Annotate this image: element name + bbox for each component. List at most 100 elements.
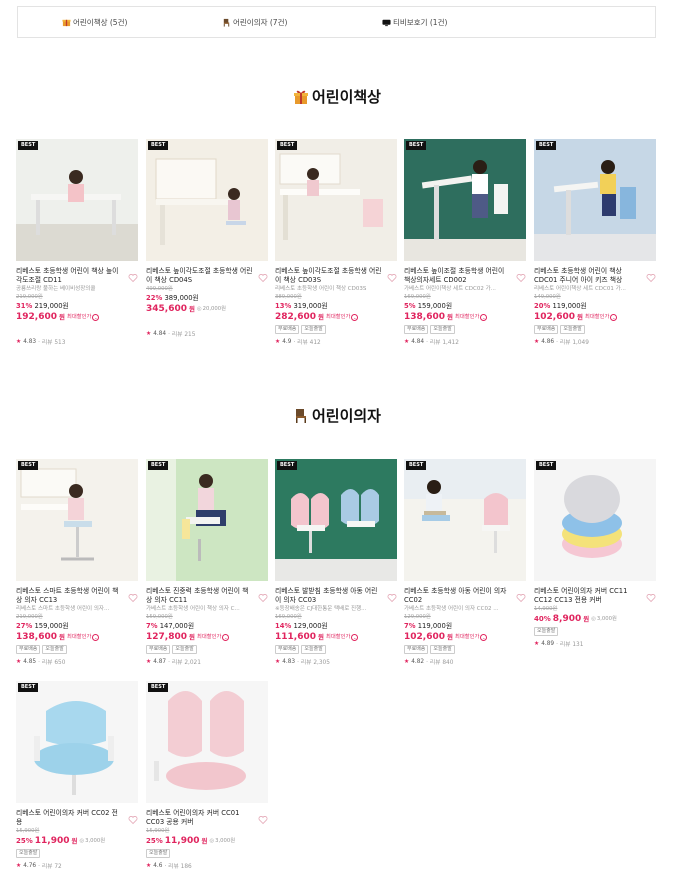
- product-card[interactable]: BEST 리베스토 초등학생 어린이 책상 CDC01 주니어 아이 키즈 책상 리…: [534, 139, 656, 346]
- product-name[interactable]: 리베스토 높이각도조절 초등학생 어린이 책상 CD04S: [146, 267, 268, 285]
- product-image[interactable]: [16, 139, 138, 261]
- tab-kids-chair[interactable]: 어린이의자 (7건): [222, 17, 287, 28]
- original-price: 15,900원: [16, 828, 40, 834]
- chevron-down-icon[interactable]: ⌄: [480, 313, 488, 321]
- star-icon: ★: [146, 658, 152, 665]
- product-name[interactable]: 리베스토 스마트 초등학생 어린이 책상 의자 CC13: [16, 587, 138, 605]
- badge-row: 무료배송 오늘출발: [404, 645, 526, 654]
- product-name[interactable]: 리베스토 초등학생 어린이 책상 CDC01 주니어 아이 키즈 책상: [534, 267, 656, 285]
- final-price-row: 282,600 원 최대할인가 ⌄: [275, 311, 359, 323]
- product-card[interactable]: BEST 리베스토 초등학생 어린이 책상 높이 각도조절 CD11 공룡쓰리랑 풀…: [16, 139, 138, 346]
- product-thumbnail[interactable]: BEST: [16, 139, 138, 261]
- original-price: 14,900원: [534, 606, 558, 612]
- product-image[interactable]: [404, 459, 526, 581]
- shipping-badge: 무료배송: [534, 325, 559, 334]
- product-name[interactable]: 리베스토 어린이의자 커버 CC01 CC03 공용 커버: [146, 809, 268, 827]
- product-card[interactable]: BEST 리베스토 진중력 초등학생 어린이 책상 의자 CC11 가베스트 초등학…: [146, 459, 268, 666]
- product-name[interactable]: 리베스토 초등학생 어린이 책상 높이 각도조절 CD11: [16, 267, 138, 285]
- max-discount-label[interactable]: 최대할인가 ⌄: [455, 311, 488, 323]
- product-card[interactable]: BEST 리베스토 높이각도조절 초등학생 어린이 책상 CD04S 499,000…: [146, 139, 268, 338]
- tab-tv-guard[interactable]: 티비보호기 (1건): [382, 17, 447, 28]
- product-name[interactable]: 리베스토 높이각도조절 초등학생 어린이 책상 CD03S: [275, 267, 397, 285]
- max-discount-label[interactable]: 최대할인가 ⌄: [326, 631, 359, 643]
- product-thumbnail[interactable]: BEST: [146, 459, 268, 581]
- max-discount-label[interactable]: 최대할인가 ⌄: [197, 631, 230, 643]
- product-thumbnail[interactable]: BEST: [16, 681, 138, 803]
- chair-icon: [295, 408, 306, 423]
- heart-icon[interactable]: [128, 593, 138, 603]
- product-card[interactable]: BEST 리베스토 어린이의자 커버 CC11 CC12 CC13 전용 커버 14…: [534, 459, 656, 648]
- product-thumbnail[interactable]: BEST: [404, 459, 526, 581]
- product-name[interactable]: 리베스토 발받침 초등학생 아동 어린이 의자 CC03: [275, 587, 397, 605]
- best-badge: BEST: [406, 141, 427, 150]
- product-name[interactable]: 리베스토 진중력 초등학생 어린이 책상 의자 CC11: [146, 587, 268, 605]
- chevron-down-icon[interactable]: ⌄: [351, 633, 359, 641]
- product-image[interactable]: [146, 681, 268, 803]
- max-discount-label[interactable]: 최대할인가 ⌄: [455, 631, 488, 643]
- heart-icon[interactable]: [646, 593, 656, 603]
- final-price-row: 25% 11,900 원 ◎ 3,000원: [146, 836, 236, 846]
- sale-price-row: 27% 159,000원: [16, 622, 69, 630]
- product-name[interactable]: 리베스토 어린이의자 커버 CC02 전용: [16, 809, 138, 827]
- chevron-down-icon[interactable]: ⌄: [480, 633, 488, 641]
- product-image[interactable]: [16, 681, 138, 803]
- heart-icon[interactable]: [387, 273, 397, 283]
- heart-icon[interactable]: [646, 273, 656, 283]
- star-icon: ★: [534, 640, 540, 647]
- product-card[interactable]: BEST 리베스토 높이각도조절 초등학생 어린이 책상 CD03S 리베스토 초등…: [275, 139, 397, 346]
- heart-icon[interactable]: [516, 273, 526, 283]
- chevron-down-icon[interactable]: ⌄: [351, 313, 359, 321]
- product-image[interactable]: [146, 139, 268, 261]
- product-subtitle: 가베스트 초등학생 어린이 의자 CC02 ...: [404, 606, 499, 612]
- max-discount-label[interactable]: 최대할인가 ⌄: [326, 311, 359, 323]
- product-image[interactable]: [275, 459, 397, 581]
- max-discount-label[interactable]: 최대할인가 ⌄: [67, 311, 100, 323]
- product-name[interactable]: 리베스토 높이조절 초등학생 어린이 책상의자세트 CD002: [404, 267, 526, 285]
- product-thumbnail[interactable]: BEST: [16, 459, 138, 581]
- rating-row: ★ 4.83 · 리뷰 513: [16, 338, 66, 347]
- product-thumbnail[interactable]: BEST: [404, 139, 526, 261]
- heart-icon[interactable]: [128, 815, 138, 825]
- heart-icon[interactable]: [128, 273, 138, 283]
- section-title-chair: 어린이의자: [0, 405, 674, 426]
- star-icon: ★: [146, 862, 152, 869]
- product-image[interactable]: [534, 459, 656, 581]
- shipping-badge: 오늘출발: [430, 325, 455, 334]
- tab-kids-desk[interactable]: 어린이책상 (5건): [62, 17, 127, 28]
- product-thumbnail[interactable]: BEST: [275, 139, 397, 261]
- product-thumbnail[interactable]: BEST: [534, 139, 656, 261]
- product-image[interactable]: [534, 139, 656, 261]
- product-image[interactable]: [404, 139, 526, 261]
- heart-icon[interactable]: [387, 593, 397, 603]
- max-discount-label[interactable]: 최대할인가 ⌄: [67, 631, 100, 643]
- product-name[interactable]: 리베스토 초등학생 아동 어린이 의자 CC02: [404, 587, 526, 605]
- product-card[interactable]: BEST 리베스토 높이조절 초등학생 어린이 책상의자세트 CD002 가베스트 …: [404, 139, 526, 346]
- heart-icon[interactable]: [516, 593, 526, 603]
- product-card[interactable]: BEST 리베스토 어린이의자 커버 CC01 CC03 공용 커버 15,900원…: [146, 681, 268, 870]
- heart-icon[interactable]: [258, 593, 268, 603]
- product-card[interactable]: BEST 리베스토 발받침 초등학생 아동 어린이 의자 CC03 ※등장배송은 C…: [275, 459, 397, 666]
- product-image[interactable]: [275, 139, 397, 261]
- sale-price-row: 7% 147,000원: [146, 622, 195, 630]
- product-name[interactable]: 리베스토 어린이의자 커버 CC11 CC12 CC13 전용 커버: [534, 587, 656, 605]
- chevron-down-icon[interactable]: ⌄: [92, 633, 100, 641]
- product-thumbnail[interactable]: BEST: [146, 139, 268, 261]
- product-card[interactable]: BEST 리베스토 초등학생 아동 어린이 의자 CC02 가베스트 초등학생 어린…: [404, 459, 526, 666]
- product-thumbnail[interactable]: BEST: [146, 681, 268, 803]
- product-image[interactable]: [16, 459, 138, 581]
- heart-icon[interactable]: [258, 273, 268, 283]
- final-price-row: 127,800 원 최대할인가 ⌄: [146, 631, 230, 643]
- product-card[interactable]: BEST 리베스토 어린이의자 커버 CC02 전용 15,900원 25% 11,90…: [16, 681, 138, 870]
- chevron-down-icon[interactable]: ⌄: [92, 313, 100, 321]
- heart-icon[interactable]: [258, 815, 268, 825]
- product-image[interactable]: [146, 459, 268, 581]
- product-thumbnail[interactable]: BEST: [275, 459, 397, 581]
- product-card[interactable]: BEST 리베스토 스마트 초등학생 어린이 책상 의자 CC13 리베스토 스마트…: [16, 459, 138, 666]
- chevron-down-icon[interactable]: ⌄: [610, 313, 618, 321]
- product-subtitle: 리베스토 초등학생 어린이 책상 CD03S: [275, 286, 367, 292]
- shipping-badge: 무료배송: [146, 645, 171, 654]
- max-discount-label[interactable]: 최대할인가 ⌄: [585, 311, 618, 323]
- product-thumbnail[interactable]: BEST: [534, 459, 656, 581]
- chevron-down-icon[interactable]: ⌄: [222, 633, 230, 641]
- final-price: 102,600: [534, 312, 575, 322]
